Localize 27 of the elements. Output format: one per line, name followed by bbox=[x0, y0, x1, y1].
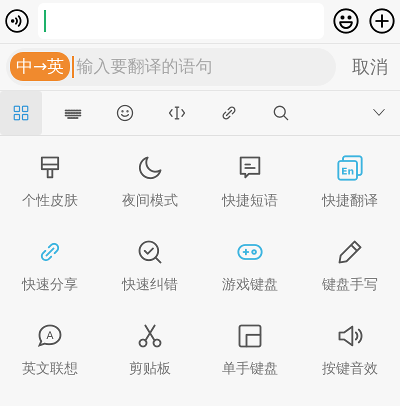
cancel-button[interactable]: 取消 bbox=[346, 50, 394, 83]
feature-label: 游戏键盘 bbox=[222, 276, 278, 294]
pencil-icon[interactable] bbox=[336, 238, 364, 266]
feature-label: 快捷翻译 bbox=[322, 192, 378, 210]
smiley-icon bbox=[115, 102, 135, 123]
add-icon[interactable] bbox=[368, 7, 396, 36]
translate-placeholder[interactable]: 输入要翻译的语句 bbox=[76, 55, 212, 78]
language-direction-tag[interactable]: 中→英 bbox=[10, 52, 70, 82]
feature-label: 个性皮肤 bbox=[22, 192, 78, 210]
feature-label: 快速纠错 bbox=[122, 276, 178, 294]
moon-icon[interactable] bbox=[136, 154, 164, 182]
one-hand-keyboard-icon[interactable] bbox=[236, 322, 264, 350]
grid-icon bbox=[12, 104, 30, 122]
message-input[interactable] bbox=[38, 3, 324, 40]
search-icon bbox=[271, 102, 291, 123]
emoji-icon[interactable] bbox=[332, 7, 360, 36]
feature-label: 夜间模式 bbox=[122, 192, 178, 210]
check-magnifier-icon[interactable] bbox=[136, 238, 164, 266]
feature-label: 剪贴板 bbox=[129, 360, 171, 378]
feature-label: 按键音效 bbox=[322, 360, 378, 378]
scissors-icon[interactable] bbox=[136, 322, 164, 350]
voice-icon[interactable] bbox=[4, 8, 30, 34]
feature-label: 快捷短语 bbox=[222, 192, 278, 210]
feature-label: 快速分享 bbox=[22, 276, 78, 294]
feature-label: 键盘手写 bbox=[322, 276, 378, 294]
feature-label: 单手键盘 bbox=[222, 360, 278, 378]
feature-label: 英文联想 bbox=[22, 360, 78, 378]
